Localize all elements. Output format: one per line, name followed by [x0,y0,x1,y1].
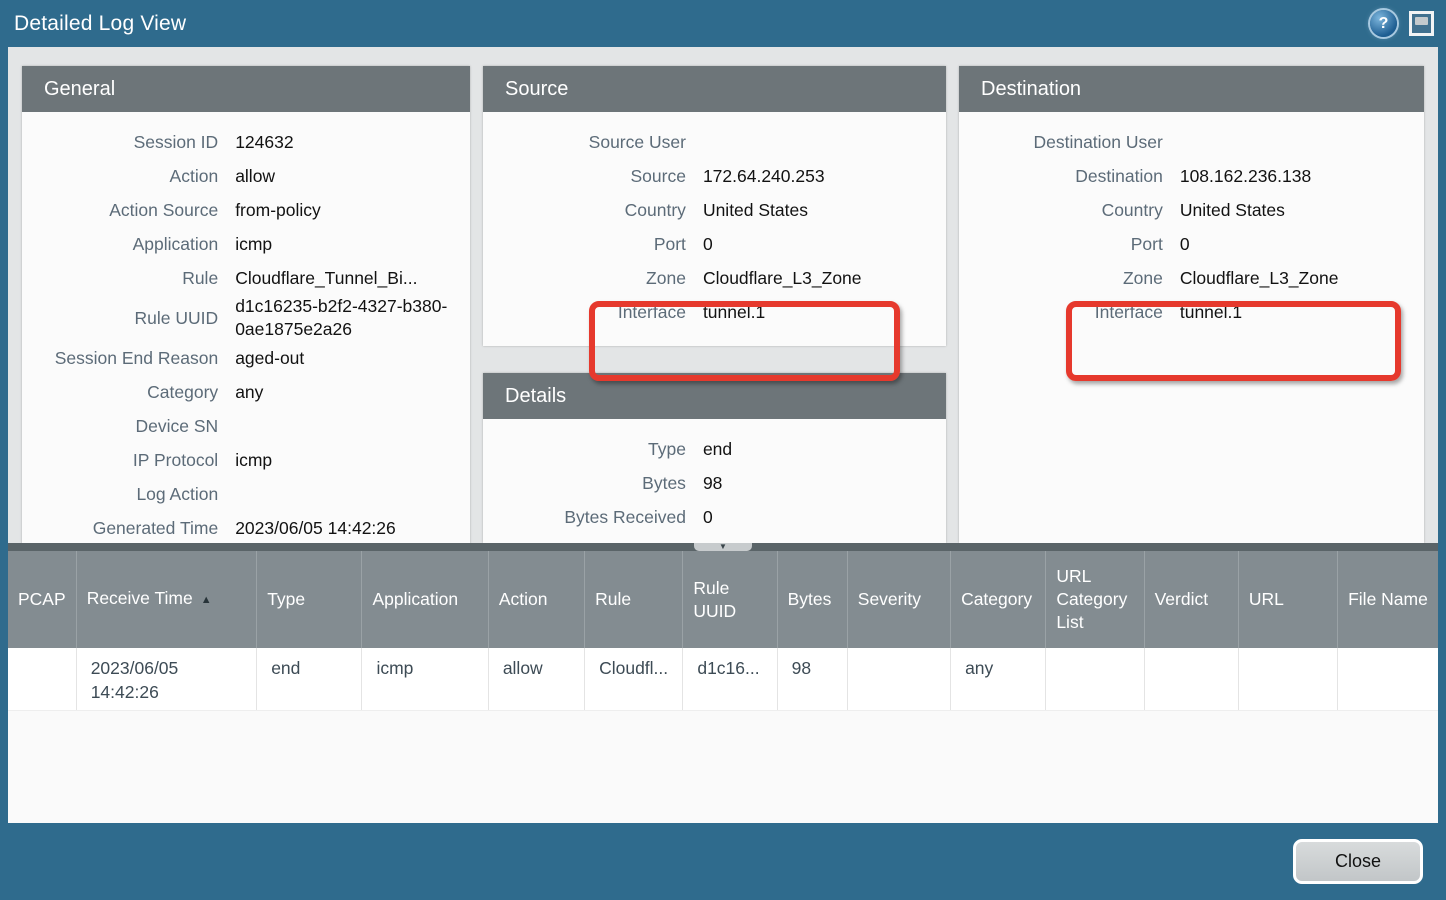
column-header-action[interactable]: Action [488,551,584,648]
cell-severity [847,648,950,711]
destination-row: Destination108.162.236.138 [959,159,1412,193]
source-row: CountryUnited States [483,193,934,227]
general-row: Session ID124632 [22,125,458,159]
column-header-severity[interactable]: Severity [847,551,950,648]
cell-type: end [257,648,362,711]
column-header-type[interactable]: Type [257,551,362,648]
general-row: Rule UUIDd1c16235-b2f2-4327-b380-0ae1875… [22,295,458,341]
source-panel-header: Source [483,66,946,112]
destination-row: ZoneCloudflare_L3_Zone [959,261,1412,295]
source-row: Interfacetunnel.1 [483,295,934,329]
column-header-url-category-list[interactable]: URL Category List [1046,551,1144,648]
close-button[interactable]: Close [1293,839,1423,884]
column-header-file-name[interactable]: File Name [1338,551,1438,648]
destination-row: Destination User [959,125,1412,159]
column-header-receive-time[interactable]: Receive Time▲ [76,551,257,648]
general-row: Device SN [22,409,458,443]
cell-rule: Cloudfl... [585,648,683,711]
cell-url-category-list [1046,648,1144,711]
cell-verdict [1144,648,1238,711]
cell-rule-uuid: d1c16... [683,648,777,711]
destination-panel-header: Destination [959,66,1424,112]
details-panel-header: Details [483,373,946,419]
cell-pcap [8,648,76,711]
dialog-titlebar: Detailed Log View ? [0,0,1446,47]
general-row: Log Action [22,477,458,511]
general-row: IP Protocolicmp [22,443,458,477]
general-row: Categoryany [22,375,458,409]
log-detail-panels: General Session ID124632 Actionallow Act… [8,47,1438,543]
chevron-down-icon: ▼ [719,543,727,551]
cell-bytes: 98 [777,648,847,711]
log-table-section: PCAP Receive Time▲ Type Application Acti… [8,551,1438,823]
destination-row: Port0 [959,227,1412,261]
details-panel: Details Typeend Bytes98 Bytes Received0 [483,373,946,543]
details-row: Bytes Received0 [483,500,934,534]
details-row: Bytes98 [483,466,934,500]
log-table: PCAP Receive Time▲ Type Application Acti… [8,551,1438,711]
cell-file-name [1338,648,1438,711]
general-row: Applicationicmp [22,227,458,261]
general-row: Actionallow [22,159,458,193]
cell-action: allow [488,648,584,711]
source-row: Source172.64.240.253 [483,159,934,193]
general-panel: General Session ID124632 Actionallow Act… [22,66,470,543]
cell-application: icmp [362,648,488,711]
general-panel-header: General [22,66,470,112]
column-header-url[interactable]: URL [1238,551,1337,648]
table-header-row: PCAP Receive Time▲ Type Application Acti… [8,551,1438,648]
general-row: Generated Time2023/06/05 14:42:26 [22,511,458,543]
column-header-rule-uuid[interactable]: Rule UUID [683,551,777,648]
general-row: RuleCloudflare_Tunnel_Bi... [22,261,458,295]
log-table-row[interactable]: 2023/06/05 14:42:26 end icmp allow Cloud… [8,648,1438,711]
general-row: Action Sourcefrom-policy [22,193,458,227]
sort-ascending-icon: ▲ [201,594,212,606]
dialog-title: Detailed Log View [14,12,1370,36]
restore-window-icon[interactable] [1409,11,1434,36]
general-row: Session End Reasonaged-out [22,341,458,375]
cell-category: any [951,648,1046,711]
source-row: ZoneCloudflare_L3_Zone [483,261,934,295]
source-row: Port0 [483,227,934,261]
column-header-bytes[interactable]: Bytes [777,551,847,648]
destination-row: Interfacetunnel.1 [959,295,1412,329]
details-row: Typeend [483,432,934,466]
destination-panel: Destination Destination User Destination… [959,66,1424,543]
cell-url [1238,648,1337,711]
collapse-handle[interactable]: ▼ [694,543,752,551]
source-row: Source User [483,125,934,159]
panel-table-splitter[interactable]: ▼ [8,543,1438,551]
column-header-application[interactable]: Application [362,551,488,648]
destination-row: CountryUnited States [959,193,1412,227]
column-header-verdict[interactable]: Verdict [1144,551,1238,648]
column-header-rule[interactable]: Rule [585,551,683,648]
column-header-category[interactable]: Category [951,551,1046,648]
dialog-footer: Close [0,823,1446,900]
source-panel: Source Source User Source172.64.240.253 … [483,66,946,346]
help-icon[interactable]: ? [1370,10,1397,37]
cell-receive-time: 2023/06/05 14:42:26 [76,648,257,711]
column-header-pcap[interactable]: PCAP [8,551,76,648]
